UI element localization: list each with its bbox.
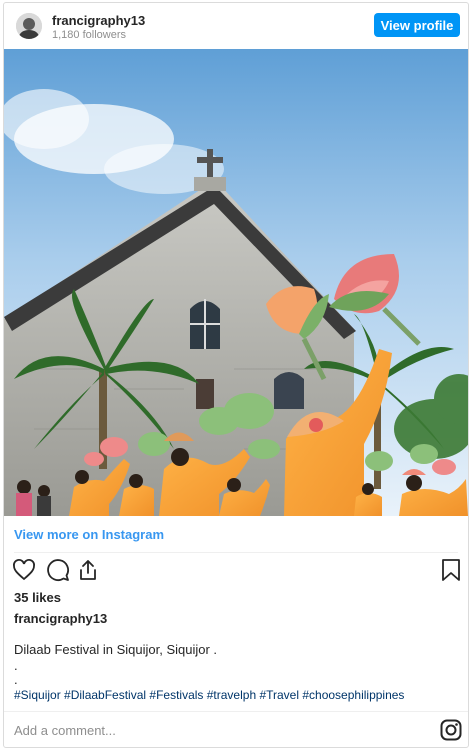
instagram-embed-card: francigraphy13 1,180 followers View prof… [3,2,469,748]
follower-count: 1,180 followers [52,29,126,41]
view-profile-button[interactable]: View profile [374,13,460,37]
instagram-icon[interactable] [440,719,462,741]
view-more-link[interactable]: View more on Instagram [14,527,164,542]
comment-icon[interactable] [46,558,70,586]
caption-dot: . [14,658,18,673]
comment-divider [4,711,468,712]
caption-author[interactable]: francigraphy13 [14,611,107,626]
bookmark-icon[interactable] [440,558,462,586]
like-count[interactable]: 35 likes [14,590,61,605]
username[interactable]: francigraphy13 [52,13,145,28]
caption-dot: . [14,672,18,687]
post-header: francigraphy13 1,180 followers View prof… [4,3,468,49]
post-photo[interactable] [4,49,468,516]
divider [14,552,458,553]
hashtags[interactable]: #Siquijor #DilaabFestival #Festivals #tr… [14,688,404,702]
avatar[interactable] [16,13,42,39]
share-icon[interactable] [76,558,100,586]
heart-icon[interactable] [12,558,36,586]
caption-text: Dilaab Festival in Siquijor, Siquijor . [14,642,218,657]
comment-input[interactable]: Add a comment... [14,723,116,738]
